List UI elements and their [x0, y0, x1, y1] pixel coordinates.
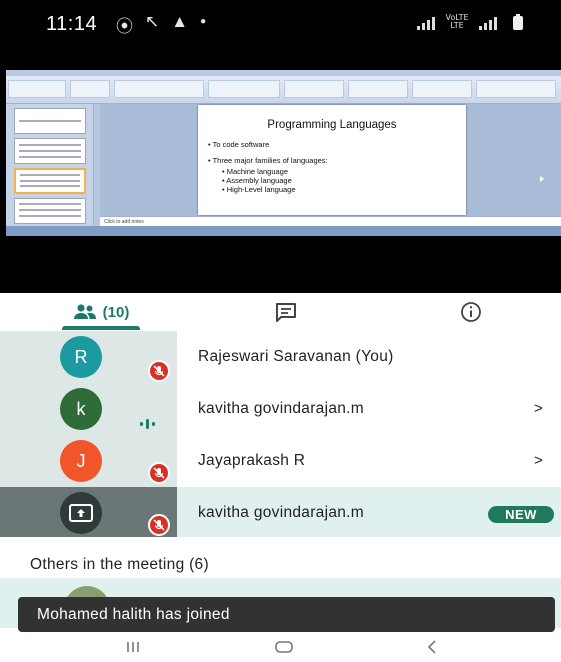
tab-info[interactable]: [456, 293, 486, 331]
missed-call-icon: ↖: [145, 12, 160, 31]
slide-bullet: • To code software: [208, 140, 270, 149]
dot-icon: ●: [200, 16, 207, 27]
avatar: k: [60, 388, 102, 430]
slide-canvas: Programming Languages • To code software…: [100, 104, 561, 216]
home-icon: [275, 641, 293, 653]
slide-title: Programming Languages: [267, 119, 397, 131]
participant-row[interactable]: J Jayaprakash R >: [0, 435, 561, 487]
people-count: (10): [102, 303, 130, 321]
present-screen-icon: [69, 504, 93, 522]
recent-apps-icon: [127, 642, 139, 652]
participant-name: Rajeswari Saravanan (You): [198, 348, 394, 365]
participant-name: kavitha govindarajan.m: [198, 400, 364, 417]
participant-row[interactable]: R Rajeswari Saravanan (You): [0, 331, 561, 383]
back-icon: [427, 640, 436, 654]
warning-icon: ▲: [171, 12, 189, 31]
status-time: 11:14: [46, 13, 98, 35]
android-nav-bar: [0, 638, 561, 662]
notes-pane: Click to add notes: [100, 216, 561, 226]
back-button[interactable]: [426, 640, 438, 658]
signal-icon: [417, 16, 435, 30]
new-badge: NEW: [488, 506, 554, 523]
slide-sub-bullet: • Machine language: [222, 167, 289, 176]
participant-row[interactable]: k kavitha govindarajan.m >: [0, 383, 561, 435]
ppt-ribbon: [6, 70, 561, 104]
ppt-status-bar: [6, 226, 561, 236]
slide-thumbnails: [6, 104, 94, 226]
mic-off-icon: [148, 360, 170, 382]
home-button[interactable]: [274, 640, 294, 658]
chevron-right-icon[interactable]: >: [534, 452, 543, 469]
avatar: J: [60, 440, 102, 482]
people-icon: [73, 304, 96, 319]
network-label: VoLTE LTE: [445, 13, 469, 30]
info-icon: [461, 302, 481, 322]
chevron-right-icon[interactable]: >: [534, 400, 543, 417]
recent-apps-button[interactable]: [126, 640, 140, 658]
tab-chat[interactable]: [272, 293, 300, 331]
slide: Programming Languages • To code software…: [198, 105, 466, 215]
chat-icon: [276, 303, 296, 322]
signal-icon-2: [479, 16, 497, 30]
mic-off-icon: [148, 462, 170, 484]
mic-off-icon: [148, 514, 170, 536]
active-tab-indicator: [62, 326, 140, 330]
shared-screen[interactable]: Programming Languages • To code software…: [6, 70, 561, 236]
status-bar: 11:14 ⦿ ↖ ▲ ● VoLTE LTE: [0, 0, 561, 50]
slide-sub-bullet: • Assembly language: [222, 176, 292, 185]
battery-icon: [513, 14, 523, 30]
cursor-icon: [540, 176, 544, 182]
teams-icon: ⦿: [116, 17, 133, 36]
participant-name: Jayaprakash R: [198, 452, 306, 469]
join-toast: Mohamed halith has joined: [18, 597, 555, 632]
speaking-indicator-icon: [140, 419, 155, 429]
avatar: R: [60, 336, 102, 378]
slide-bullet: • Three major families of languages:: [208, 156, 328, 165]
status-right-icons: VoLTE LTE: [417, 14, 523, 30]
others-heading: Others in the meeting (6): [30, 556, 209, 573]
status-left-icons: ⦿ ↖ ▲ ●: [116, 12, 206, 37]
slide-sub-bullet: • High-Level language: [222, 185, 296, 194]
video-stage: 11:14 ⦿ ↖ ▲ ● VoLTE LTE Programming Lang…: [0, 0, 561, 293]
participant-row[interactable]: kavitha govindarajan.m: [0, 487, 561, 539]
participant-name: kavitha govindarajan.m: [198, 504, 364, 521]
avatar: [60, 492, 102, 534]
